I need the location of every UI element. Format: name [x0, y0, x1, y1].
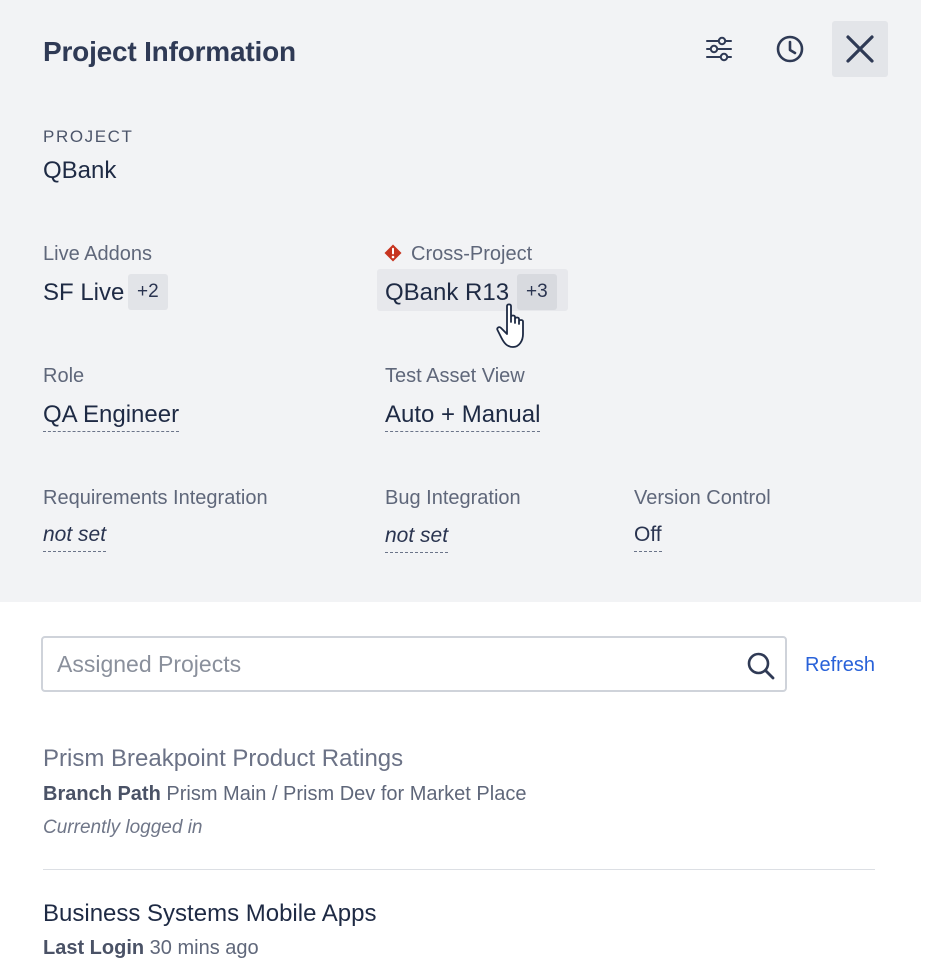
project-list-item-title[interactable]: Business Systems Mobile Apps	[43, 900, 376, 928]
bug-integration-value[interactable]: not set	[385, 523, 449, 553]
sliders-icon	[706, 36, 732, 62]
panel-title: Project Information	[43, 36, 296, 67]
requirements-integration-value[interactable]: not set	[43, 522, 107, 552]
last-login-label: Last Login	[43, 937, 145, 959]
live-addons-more-chip[interactable]: +2	[128, 274, 168, 310]
role-label: Role	[43, 365, 85, 387]
cross-project-value[interactable]: QBank R13	[385, 279, 509, 307]
project-list-item-meta: Last Login 30 mins ago	[43, 937, 259, 960]
project-list-item-title[interactable]: Prism Breakpoint Product Ratings	[43, 745, 403, 773]
test-asset-view-label: Test Asset View	[385, 365, 525, 387]
currently-logged-in-note: Currently logged in	[43, 817, 203, 838]
last-login-value: 30 mins ago	[149, 937, 259, 959]
requirements-integration-label: Requirements Integration	[43, 487, 268, 509]
bug-integration-label: Bug Integration	[385, 487, 521, 509]
close-button[interactable]	[832, 21, 888, 77]
refresh-link[interactable]: Refresh	[805, 654, 875, 677]
project-label: PROJECT	[43, 127, 134, 146]
version-control-value[interactable]: Off	[634, 522, 662, 552]
project-list-item-meta: Branch Path Prism Main / Prism Dev for M…	[43, 783, 526, 806]
project-information-panel: Project Information PROJECT QBank Live A…	[0, 0, 921, 978]
list-divider	[43, 869, 875, 870]
cross-project-label: Cross-Project	[411, 243, 533, 265]
history-button[interactable]	[762, 21, 818, 77]
assigned-projects-search[interactable]	[41, 636, 787, 692]
role-dropdown[interactable]: QA Engineer	[43, 402, 180, 432]
search-input[interactable]	[57, 638, 717, 690]
branch-path-value: Prism Main / Prism Dev for Market Place	[166, 783, 527, 805]
search-icon[interactable]	[746, 651, 776, 681]
live-addons-value: SF Live	[43, 279, 125, 306]
close-icon	[846, 35, 874, 63]
branch-path-label: Branch Path	[43, 783, 161, 805]
history-clock-icon	[776, 35, 804, 63]
panel-edge	[921, 0, 930, 978]
live-addons-label: Live Addons	[43, 243, 152, 265]
test-asset-view-dropdown[interactable]: Auto + Manual	[385, 402, 541, 432]
version-control-label: Version Control	[634, 487, 771, 509]
project-value: QBank	[43, 157, 117, 184]
filter-settings-button[interactable]	[691, 21, 747, 77]
hand-pointer-cursor-icon	[496, 303, 524, 348]
warning-icon	[384, 244, 402, 262]
